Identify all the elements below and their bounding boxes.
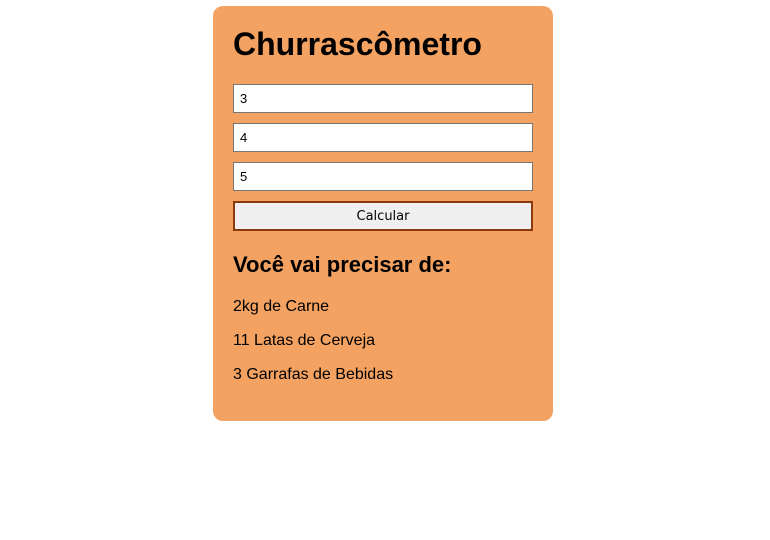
result-drinks: 3 Garrafas de Bebidas — [233, 366, 394, 383]
input-field-1[interactable] — [233, 84, 533, 113]
input-field-2[interactable] — [233, 123, 533, 152]
page-title: Churrascômetro — [233, 26, 482, 62]
calculator-card: Churrascômetro Calcular Você vai precisa… — [213, 6, 553, 421]
calculate-button[interactable]: Calcular — [233, 201, 533, 231]
result-beer: 11 Latas de Cerveja — [233, 332, 376, 349]
result-meat: 2kg de Carne — [233, 298, 330, 315]
results-heading: Você vai precisar de: — [233, 252, 452, 277]
input-field-3[interactable] — [233, 162, 533, 191]
